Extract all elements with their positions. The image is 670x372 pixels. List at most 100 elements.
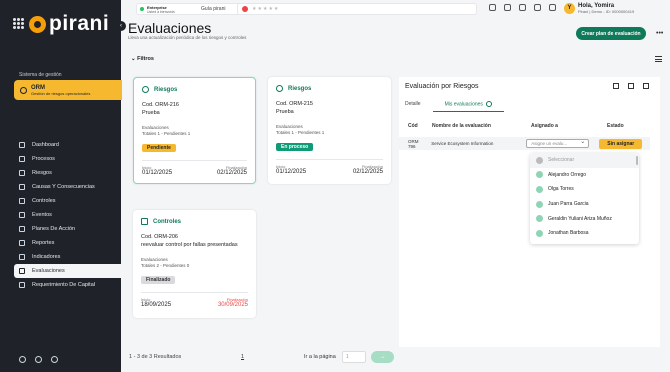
rating-icon xyxy=(242,6,248,12)
dropdown-option[interactable]: Olga Torres xyxy=(530,182,639,197)
evaluation-card[interactable]: Riesgos Cod. ORM-215 Prueba Evaluaciones… xyxy=(268,77,391,184)
guide-select[interactable]: Guía pirani xyxy=(201,6,225,12)
bell-icon[interactable] xyxy=(519,4,526,11)
sidebar-item-label: Evaluaciones xyxy=(32,268,65,274)
page-title: Evaluaciones xyxy=(128,20,212,36)
start-date: 01/12/2025 xyxy=(276,169,307,175)
card-type-label: Riesgos xyxy=(154,86,178,93)
start-date: 18/09/2025 xyxy=(141,302,172,308)
option-label: Alejandro Orrego xyxy=(548,171,587,178)
apps-grid-icon[interactable] xyxy=(13,18,24,29)
filters-toggle[interactable]: ⌄ Filtros xyxy=(131,56,154,62)
sidebar-item-label: Planes De Acción xyxy=(32,226,76,232)
sidebar-item-indicadores[interactable]: Indicadores xyxy=(14,250,121,264)
sidebar-item-evaluaciones[interactable]: Evaluaciones xyxy=(14,264,121,278)
dropdown-option[interactable]: Geraldin Yuliani Ariza Muñoz xyxy=(530,211,639,226)
billing-icon[interactable] xyxy=(51,356,58,363)
edit-icon[interactable] xyxy=(613,83,619,89)
sidebar-item-label: Dashboard xyxy=(32,142,59,148)
card-divider xyxy=(142,160,247,161)
avatar: Y xyxy=(564,3,575,14)
rating-stars[interactable]: ★★★★★ xyxy=(252,6,279,12)
create-evaluation-plan-button[interactable]: Crear plan de evaluación xyxy=(576,27,646,40)
evaluation-card[interactable]: Controles Cod. ORM-206 reevaluar control… xyxy=(133,210,256,318)
user-menu[interactable]: Y Hola, Yomira Pirani | Demo - ID: 00000… xyxy=(564,3,634,14)
option-label: Geraldin Yuliani Ariza Muñoz xyxy=(548,215,612,222)
card-code: Cod. ORM-216 xyxy=(142,102,179,108)
status-badge: Pendiente xyxy=(142,144,176,152)
tab-detalle[interactable]: Detalle xyxy=(405,101,431,112)
assign-evaluator-select[interactable]: Asigne un evalu... xyxy=(526,138,590,148)
sidebar-item-label: Eventos xyxy=(32,212,52,218)
evaluations-icon xyxy=(19,268,25,274)
more-options-button[interactable]: ••• xyxy=(656,30,663,37)
user-icon xyxy=(536,156,543,164)
dropdown-option[interactable]: Alejandro Orrego xyxy=(530,168,639,183)
sidebar-item-riesgos[interactable]: Riesgos xyxy=(14,166,121,180)
sidebar-item-planes[interactable]: Planes De Acción xyxy=(14,222,121,236)
sidebar-item-label: Requerimiento De Capital xyxy=(32,282,95,288)
option-label: Jonathan Barbosa xyxy=(548,230,589,237)
causes-icon xyxy=(19,184,25,190)
pagination-page-1[interactable]: 1 xyxy=(241,354,244,360)
action-plans-icon xyxy=(19,226,25,232)
dropdown-option[interactable]: Seleccionar xyxy=(530,153,639,168)
sidebar-item-causas[interactable]: Causas Y Consecuencias xyxy=(14,180,121,194)
option-label: Juan Parra Garcia xyxy=(548,201,589,208)
evaluation-card[interactable]: Riesgos Cod. ORM-216 Prueba Evaluaciones… xyxy=(133,77,256,184)
settings-icon[interactable] xyxy=(534,4,541,11)
book-icon[interactable] xyxy=(504,4,511,11)
user-icon xyxy=(536,185,543,193)
environment-status-icon xyxy=(140,7,144,11)
sidebar-item-eventos[interactable]: Eventos xyxy=(14,208,121,222)
pirani-logo-mark xyxy=(29,15,46,33)
panel-actions xyxy=(613,83,649,89)
table-row[interactable]: ORM 796 Service Ecosystem Information As… xyxy=(399,137,650,150)
orm-module-card[interactable]: ORM Gestión de riesgos operacionales xyxy=(14,80,122,100)
sidebar-item-label: Causas Y Consecuencias xyxy=(32,184,95,190)
help-icon[interactable] xyxy=(19,356,26,363)
dropdown-scrollbar[interactable] xyxy=(636,156,638,165)
sidebar-item-procesos[interactable]: Procesos xyxy=(14,152,121,166)
sidebar-item-capital[interactable]: Requerimiento De Capital xyxy=(14,278,121,292)
row-code: ORM 796 xyxy=(408,138,419,149)
dashboard-icon xyxy=(19,142,25,148)
user-subtitle: Pirani | Demo - ID: 0000000419 xyxy=(578,9,635,14)
sidebar-item-reportes[interactable]: Reportes xyxy=(14,236,121,250)
panel-tabs: Detalle Mis evaluaciones xyxy=(405,101,516,113)
environment-subtitle: Usted a bienvoids xyxy=(147,9,175,14)
goto-page-button[interactable]: → xyxy=(371,351,394,363)
end-date: 02/12/2025 xyxy=(216,170,247,176)
card-dates: Inicio 01/12/2025 Finalización 02/12/2025 xyxy=(276,164,383,175)
list-view-icon[interactable] xyxy=(655,56,662,62)
dropdown-option[interactable]: Jonathan Barbosa xyxy=(530,226,639,241)
delete-icon[interactable] xyxy=(628,83,634,89)
goto-page-input[interactable]: 1 xyxy=(342,351,366,363)
topbar: ‹ Enterprise Usted a bienvoids Guía pira… xyxy=(116,0,670,31)
close-icon[interactable] xyxy=(643,83,649,89)
magic-icon[interactable] xyxy=(549,4,556,11)
card-divider xyxy=(276,159,383,160)
card-description: Prueba xyxy=(142,110,160,116)
card-code: Cod. ORM-215 xyxy=(276,101,313,107)
user-icon xyxy=(536,229,543,237)
environment-selector[interactable]: Enterprise Usted a bienvoids Guía pirani xyxy=(136,3,246,15)
lab-icon[interactable] xyxy=(35,356,42,363)
dropdown-option[interactable]: Juan Parra Garcia xyxy=(530,197,639,212)
table-header: Cód Nombre de la evaluación Asignado a E… xyxy=(399,123,660,129)
users-icon[interactable] xyxy=(489,4,496,11)
orm-subtitle: Gestión de riesgos operacionales xyxy=(31,90,91,96)
rating-bar[interactable]: ★★★★★ xyxy=(237,3,477,15)
sidebar-item-controles[interactable]: Controles xyxy=(14,194,121,208)
panel-title: Evaluación por Riesgos xyxy=(405,83,479,90)
sidebar-item-dashboard[interactable]: Dashboard xyxy=(14,138,121,152)
pirani-logo[interactable]: pirani xyxy=(29,12,109,36)
col-name: Nombre de la evaluación xyxy=(432,123,491,129)
card-code: Cod. ORM-206 xyxy=(141,234,178,240)
tab-mis-evaluaciones[interactable]: Mis evaluaciones xyxy=(432,101,504,113)
controls-icon xyxy=(141,218,148,225)
collapse-sidebar-button[interactable]: ‹ xyxy=(116,21,126,31)
row-name: Service Ecosystem Information xyxy=(431,141,494,146)
info-icon xyxy=(485,101,492,107)
sidebar-item-label: Reportes xyxy=(32,240,55,246)
